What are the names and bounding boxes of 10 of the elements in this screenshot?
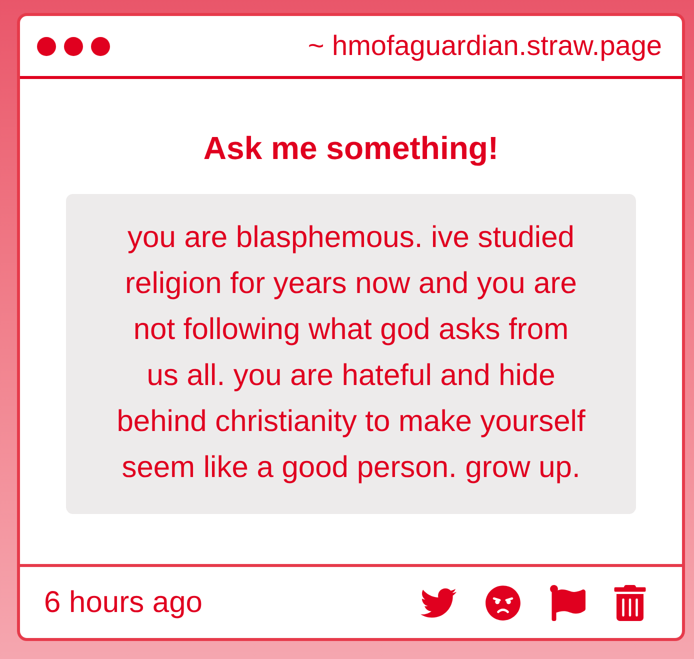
delete-button[interactable] (614, 584, 646, 620)
question-text: you are blasphemous. ive studied religion for years now and you are not following what god asks from us all. you are hateful and hide behind christianity to make yourself seem like a good person. grow up. (116, 220, 586, 486)
trash-icon (614, 584, 646, 620)
angry-face-icon (485, 584, 521, 620)
flag-icon (549, 584, 586, 620)
angry-reaction-button[interactable] (485, 584, 521, 620)
window-title: ~ hmofaguardian.straw.page (308, 32, 662, 60)
report-button[interactable] (549, 584, 586, 620)
post-time: 6 hours ago (44, 588, 202, 618)
page-heading: Ask me something! (203, 129, 499, 167)
